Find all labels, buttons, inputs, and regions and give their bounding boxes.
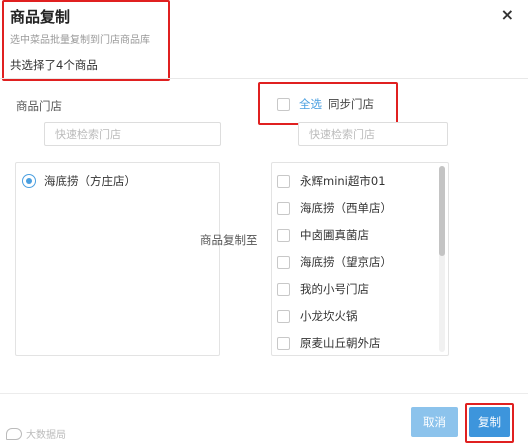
source-store-item[interactable]: 海底捞（方庄店） [22,173,136,189]
target-store-list: 永辉mini超市01 海底捞（西单店） 中卤圃真菌店 海底捞（望京店） 我的小号… [271,162,449,356]
dialog-subtitle: 选中菜品批量复制到门店商品库 [10,35,150,46]
target-list-scrollbar[interactable] [439,166,445,352]
target-store-item[interactable]: 我的小号门店 [277,281,369,297]
store-checkbox[interactable] [277,201,290,215]
speech-bubble-icon [6,427,22,440]
close-icon[interactable]: × [501,7,514,23]
copy-to-label: 商品复制至 [200,233,258,247]
dialog-title: 商品复制 [10,8,71,26]
target-store-name: 我的小号门店 [300,282,369,296]
store-checkbox[interactable] [277,228,290,242]
target-store-item[interactable]: 原麦山丘朝外店 [277,335,381,351]
scrollbar-thumb[interactable] [439,166,445,256]
copy-button[interactable]: 复制 [469,407,510,437]
target-search-input[interactable] [298,122,448,146]
sync-store-label: 同步门店 [328,97,374,111]
target-store-item[interactable]: 永辉mini超市01 [277,173,386,189]
target-store-item[interactable]: 海底捞（望京店） [277,254,392,270]
target-store-name: 海底捞（西单店） [300,201,392,215]
select-all-link[interactable]: 全选 [299,96,322,112]
source-store-list: 海底捞（方庄店） [15,162,220,356]
source-store-label: 商品门店 [16,99,62,113]
target-store-item[interactable]: 海底捞（西单店） [277,200,392,216]
sync-row: 全选 同步门店 [277,96,374,112]
store-checkbox[interactable] [277,336,290,350]
target-store-item[interactable]: 中卤圃真菌店 [277,227,369,243]
target-store-item[interactable]: 小龙坎火锅 [277,308,358,324]
selected-count: 共选择了4个商品 [10,58,98,72]
target-store-name: 永辉mini超市01 [300,174,386,188]
store-checkbox[interactable] [277,282,290,296]
source-search-input[interactable] [44,122,221,146]
radio-selected-icon[interactable] [22,174,36,188]
watermark-text: 大数据局 [26,430,66,441]
store-checkbox[interactable] [277,174,290,188]
watermark: 大数据局 [6,426,66,441]
footer-divider [0,393,528,394]
source-store-name: 海底捞（方庄店） [44,174,136,188]
select-all-checkbox[interactable] [277,97,290,111]
target-store-name: 原麦山丘朝外店 [300,336,381,350]
store-checkbox[interactable] [277,309,290,323]
header-divider [0,78,528,79]
store-checkbox[interactable] [277,255,290,269]
target-store-name: 中卤圃真菌店 [300,228,369,242]
target-store-name: 小龙坎火锅 [300,309,358,323]
cancel-button[interactable]: 取消 [411,407,458,437]
target-store-name: 海底捞（望京店） [300,255,392,269]
